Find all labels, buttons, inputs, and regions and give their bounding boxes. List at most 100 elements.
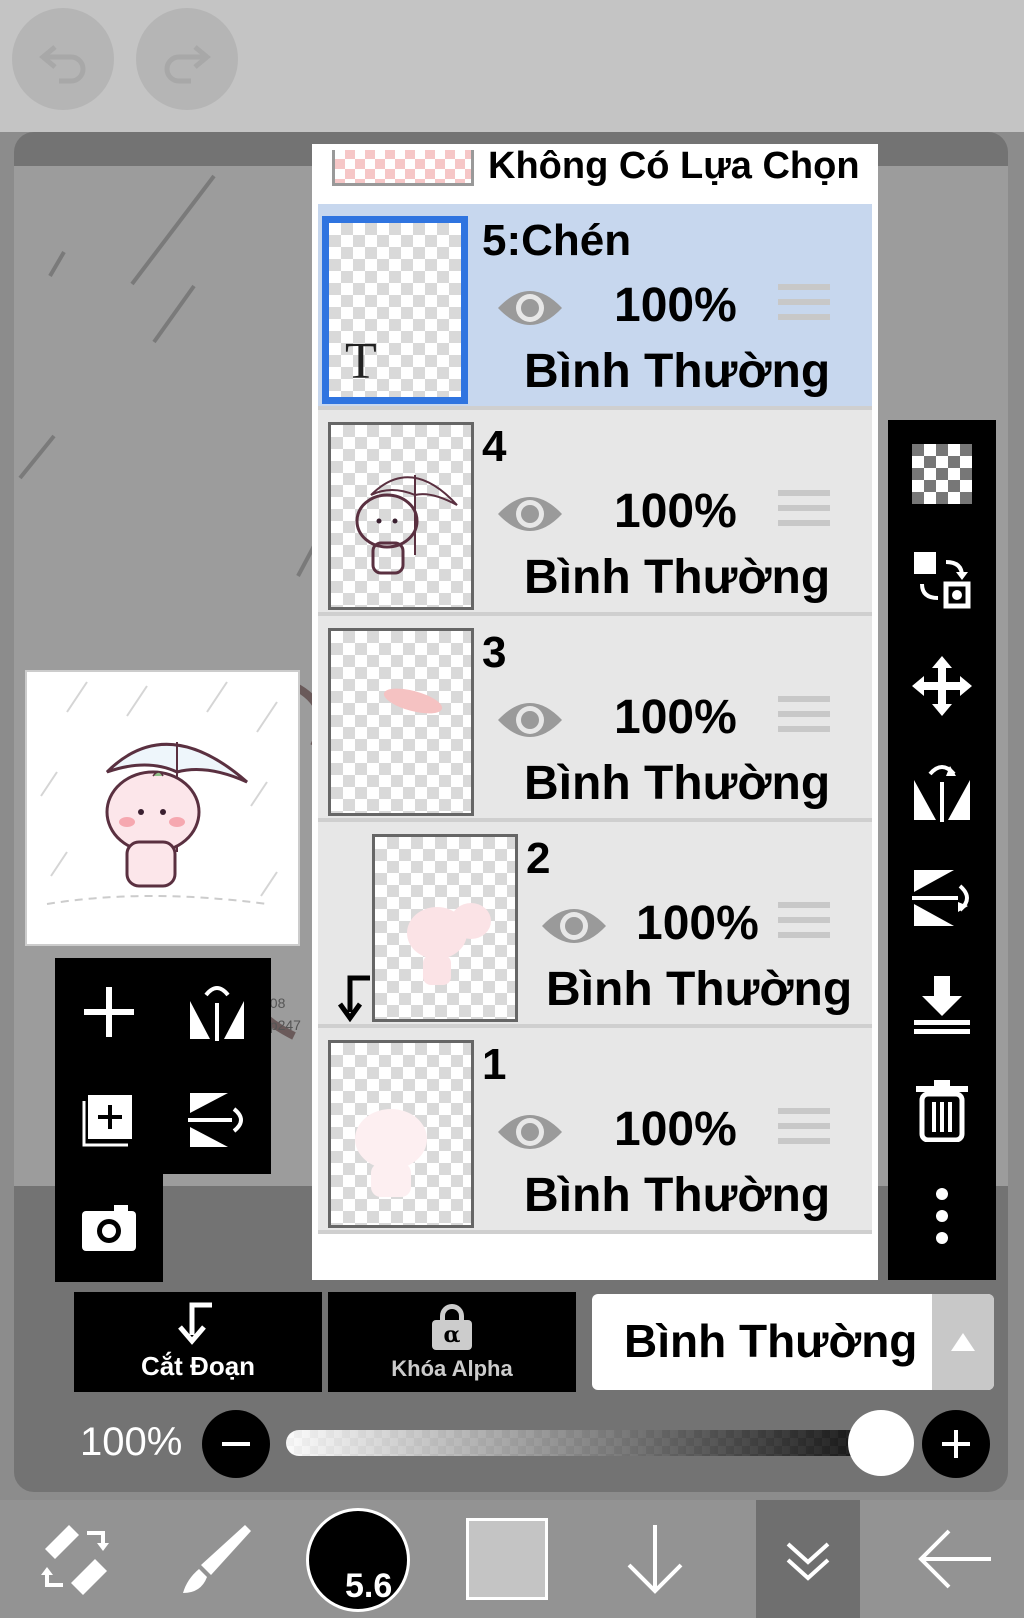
flip-horizontal-button[interactable] (888, 742, 996, 842)
layer-row-5[interactable]: T 5:Chén 100% Bình Thường (318, 204, 872, 410)
merge-down-icon (914, 976, 970, 1034)
layer-row-4[interactable]: 4 100% Bình Thường (318, 410, 872, 616)
swap-layer-icon (914, 552, 971, 609)
undo-icon (39, 45, 86, 84)
flip-vertical-icon (188, 1093, 243, 1147)
eye-icon[interactable] (494, 486, 566, 542)
arrow-left-icon (918, 1529, 991, 1589)
chevrons-down-icon (786, 1542, 830, 1581)
selection-layer-thumbnail (332, 150, 474, 186)
transparency-icon (912, 444, 972, 504)
text-layer-indicator: T (345, 333, 377, 390)
layer-thumbnail (328, 628, 474, 816)
undo-button[interactable] (12, 8, 114, 110)
brush-tool-button[interactable] (160, 1500, 270, 1618)
layer-blend-mode: Bình Thường (524, 551, 831, 604)
minus-icon (222, 1442, 250, 1446)
move-icon (912, 656, 972, 716)
layer-opacity: 100% (614, 485, 737, 538)
add-copy-layer-button[interactable] (55, 1066, 163, 1174)
opacity-slider[interactable] (286, 1430, 886, 1456)
selection-layer-label: Không Có Lựa Chọn (488, 144, 860, 187)
delete-layer-button[interactable] (888, 1060, 996, 1160)
flip-vertical-icon (912, 870, 969, 926)
clip-arrow-icon (337, 975, 370, 1022)
lock-icon: α (430, 1304, 474, 1350)
add-layer-icon (84, 987, 134, 1037)
decrease-opacity-button[interactable] (202, 1410, 270, 1478)
canvas-preview (25, 670, 300, 946)
arrow-down-icon (627, 1525, 683, 1594)
layer-blend-mode: Bình Thường (524, 1169, 831, 1222)
drag-handle-icon[interactable] (778, 902, 830, 950)
alpha-lock-label: Khóa Alpha (391, 1356, 513, 1381)
layer-name: 3 (482, 628, 507, 677)
flip-horizontal-icon (190, 986, 244, 1041)
redo-button[interactable] (136, 8, 238, 110)
eye-icon[interactable] (494, 280, 566, 336)
opacity-slider-handle[interactable] (848, 1410, 914, 1476)
chevron-up-icon (932, 1294, 994, 1390)
layer-thumbnail (328, 1040, 474, 1228)
drag-handle-icon[interactable] (778, 490, 830, 538)
swap-layer-button[interactable] (888, 530, 996, 630)
plus-icon (942, 1430, 970, 1458)
redo-icon (164, 45, 211, 84)
more-icon (936, 1188, 948, 1244)
layer-tools-right (888, 420, 996, 1280)
move-button[interactable] (888, 636, 996, 736)
transparency-button[interactable] (888, 424, 996, 524)
eye-icon[interactable] (494, 692, 566, 748)
back-button[interactable] (900, 1500, 1010, 1618)
layer-name: 1 (482, 1040, 507, 1089)
add-copy-layer-icon (82, 1095, 132, 1147)
alpha-lock-button[interactable]: α Khóa Alpha (328, 1292, 576, 1392)
layer-opacity: 100% (614, 279, 737, 332)
clipping-label: Cắt Đoạn (140, 1351, 256, 1381)
down-arrow-button[interactable] (600, 1500, 710, 1618)
layer-name: 2 (526, 834, 551, 883)
brush-size-value: 5.6 (345, 1567, 393, 1605)
camera-button[interactable] (55, 1174, 163, 1282)
swap-tools-icon (41, 1525, 109, 1595)
tool-switch-button[interactable] (20, 1500, 130, 1618)
merge-down-button[interactable] (888, 954, 996, 1054)
color-swatch[interactable] (466, 1518, 548, 1600)
camera-icon (82, 1205, 136, 1251)
add-layer-button[interactable] (55, 958, 163, 1066)
layer-name: 4 (482, 422, 507, 471)
layer-name: 5:Chén (482, 216, 632, 265)
flip-horizontal-button[interactable] (163, 958, 271, 1066)
layer-thumbnail (328, 422, 474, 610)
flip-vertical-button[interactable] (163, 1066, 271, 1174)
eye-icon[interactable] (538, 898, 610, 954)
layer-opacity: 100% (636, 897, 759, 950)
drag-handle-icon[interactable] (778, 1108, 830, 1156)
eye-icon[interactable] (494, 1104, 566, 1160)
increase-opacity-button[interactable] (922, 1410, 990, 1478)
layer-row-2[interactable]: 2 100% Bình Thường (318, 822, 872, 1028)
flip-vertical-button[interactable] (888, 848, 996, 948)
drag-handle-icon[interactable] (778, 284, 830, 332)
clipping-button[interactable]: Cắt Đoạn (74, 1292, 322, 1392)
trash-icon (916, 1080, 968, 1142)
more-button[interactable] (888, 1166, 996, 1266)
layer-opacity: 100% (614, 1103, 737, 1156)
layer-row-3[interactable]: 3 100% Bình Thường (318, 616, 872, 822)
layer-row-1[interactable]: 1 100% Bình Thường (318, 1028, 872, 1234)
opacity-label: 100% (80, 1420, 183, 1464)
layers-button[interactable] (756, 1500, 860, 1618)
selection-layer-row[interactable]: Không Có Lựa Chọn (318, 144, 872, 192)
layer-blend-mode: Bình Thường (546, 963, 853, 1016)
brush-icon (183, 1525, 251, 1593)
layer-thumbnail (372, 834, 518, 1022)
clip-arrow-icon (178, 1302, 212, 1345)
blend-mode-value: Bình Thường (624, 1315, 918, 1367)
layer-opacity: 100% (614, 691, 737, 744)
drag-handle-icon[interactable] (778, 696, 830, 744)
layer-thumbnail: T (322, 216, 468, 404)
blend-mode-select[interactable]: Bình Thường (592, 1294, 994, 1390)
brush-size-button[interactable]: 5.6 (306, 1508, 410, 1612)
top-bar (0, 0, 1024, 132)
layer-panel: Không Có Lựa Chọn T 5:Chén 100% Bình Thư… (312, 144, 878, 1280)
